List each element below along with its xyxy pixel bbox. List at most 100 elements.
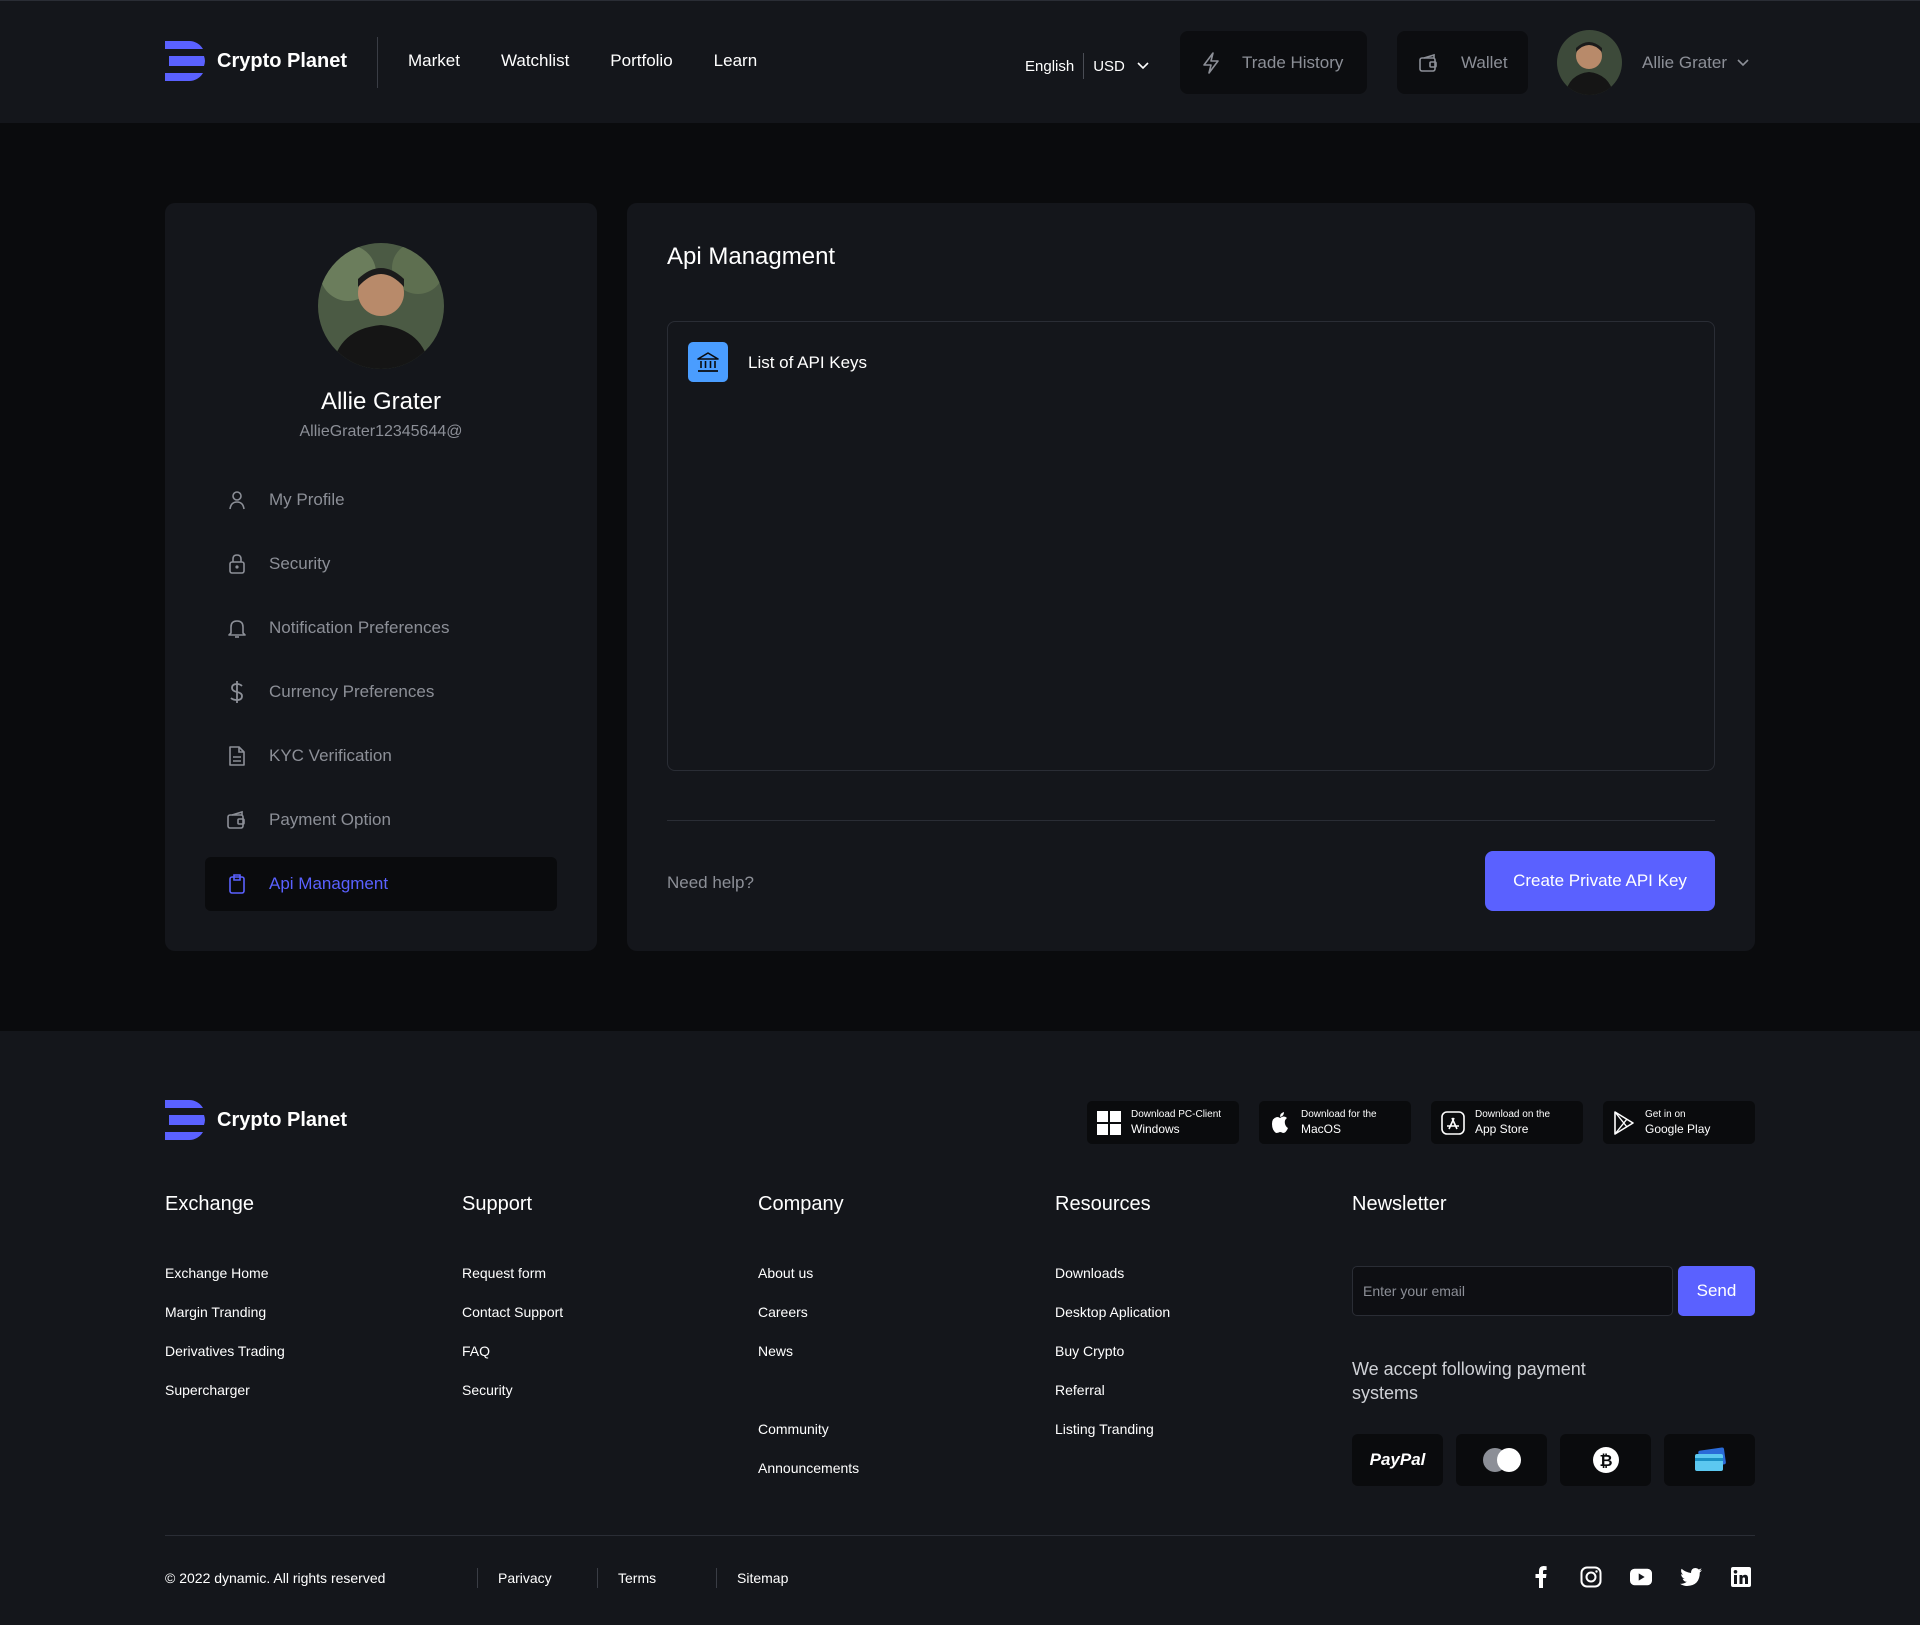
google-play-icon xyxy=(1614,1110,1634,1135)
need-help-link[interactable]: Need help? xyxy=(667,873,754,893)
footer-link[interactable]: Community xyxy=(758,1420,859,1459)
sidebar-item-currency-preferences[interactable]: Currency Preferences xyxy=(205,665,557,719)
document-icon xyxy=(227,746,247,766)
header-divider xyxy=(377,37,378,88)
sidebar-item-my-profile[interactable]: My Profile xyxy=(205,473,557,527)
wallet-button[interactable]: Wallet xyxy=(1397,31,1528,94)
footer-link[interactable]: Desktop Aplication xyxy=(1055,1303,1170,1342)
app-small-label: Download PC-Client xyxy=(1131,1108,1222,1120)
dollar-icon xyxy=(227,681,247,703)
paypal-card: PayPal xyxy=(1352,1434,1443,1486)
footer-brand-logo[interactable]: Crypto Planet xyxy=(165,1100,347,1140)
download-windows-button[interactable]: Download PC-Client Windows xyxy=(1087,1101,1239,1144)
footer-link[interactable]: Careers xyxy=(758,1303,859,1342)
settings-menu: My Profile Security Notification Prefere… xyxy=(205,473,557,921)
sidebar-item-security[interactable]: Security xyxy=(205,537,557,591)
sidebar-item-payment-option[interactable]: Payment Option xyxy=(205,793,557,847)
profile-avatar xyxy=(318,243,444,369)
create-private-api-key-button[interactable]: Create Private API Key xyxy=(1485,851,1715,911)
footer-divider xyxy=(165,1535,1755,1536)
footer-link[interactable]: Listing Tranding xyxy=(1055,1420,1170,1459)
sidebar-item-label: KYC Verification xyxy=(269,746,392,765)
sitemap-link[interactable]: Sitemap xyxy=(716,1568,788,1588)
newsletter-email-field[interactable] xyxy=(1352,1266,1673,1316)
bank-icon xyxy=(688,342,728,382)
footer-column-newsletter: Newsletter xyxy=(1352,1193,1446,1264)
facebook-icon[interactable] xyxy=(1530,1566,1552,1588)
main-nav: Market Watchlist Portfolio Learn xyxy=(408,51,757,71)
language-currency-selector[interactable]: English USD xyxy=(1025,53,1149,79)
sidebar-item-label: Payment Option xyxy=(269,810,391,829)
app-big-label: App Store xyxy=(1475,1121,1529,1136)
wallet-icon xyxy=(1419,53,1437,72)
sidebar-item-notification-preferences[interactable]: Notification Preferences xyxy=(205,601,557,655)
youtube-icon[interactable] xyxy=(1630,1566,1652,1588)
footer-link[interactable]: About us xyxy=(758,1264,859,1303)
footer-link[interactable]: Derivatives Trading xyxy=(165,1342,285,1381)
logo-icon xyxy=(165,41,205,81)
column-title: Exchange xyxy=(165,1193,254,1215)
credit-card-icon xyxy=(1694,1447,1726,1471)
currency-label[interactable]: USD xyxy=(1093,58,1125,75)
footer-link[interactable]: Announcements xyxy=(758,1459,859,1498)
header-avatar[interactable] xyxy=(1557,30,1622,95)
card-payment-card xyxy=(1664,1434,1755,1486)
footer-link[interactable]: Supercharger xyxy=(165,1381,285,1420)
download-macos-button[interactable]: Download for the MacOS xyxy=(1259,1101,1411,1144)
bell-icon xyxy=(227,618,247,638)
sidebar-item-api-managment[interactable]: Api Managment xyxy=(205,857,557,911)
sidebar-item-kyc-verification[interactable]: KYC Verification xyxy=(205,729,557,783)
footer-column-resources: Resources Downloads Desktop Aplication B… xyxy=(1055,1193,1170,1459)
chevron-down-icon xyxy=(1137,62,1149,70)
footer-link[interactable]: Contact Support xyxy=(462,1303,563,1342)
trade-history-button[interactable]: Trade History xyxy=(1180,31,1367,94)
terms-link[interactable]: Terms xyxy=(597,1568,656,1588)
avatar-image xyxy=(318,243,444,369)
footer-link[interactable]: Referral xyxy=(1055,1381,1170,1420)
user-icon xyxy=(227,490,247,510)
app-big-label: MacOS xyxy=(1301,1121,1342,1136)
instagram-icon[interactable] xyxy=(1580,1566,1602,1588)
nav-watchlist[interactable]: Watchlist xyxy=(501,51,569,71)
footer-link[interactable]: Security xyxy=(462,1381,563,1420)
twitter-icon[interactable] xyxy=(1680,1566,1702,1588)
download-google-play-button[interactable]: Get in on Google Play xyxy=(1603,1101,1755,1144)
user-menu[interactable]: Allie Grater xyxy=(1642,53,1749,73)
nav-learn[interactable]: Learn xyxy=(714,51,757,71)
email-input[interactable] xyxy=(1353,1267,1672,1315)
apple-icon xyxy=(1272,1111,1288,1133)
app-big-label: Windows xyxy=(1131,1121,1180,1136)
mastercard-card xyxy=(1456,1434,1547,1486)
sidebar-item-label: Api Managment xyxy=(269,874,389,893)
profile-name: Allie Grater xyxy=(320,388,442,415)
footer-link[interactable]: Exchange Home xyxy=(165,1264,285,1303)
sidebar-item-label: Notification Preferences xyxy=(269,618,450,637)
privacy-link[interactable]: Parivacy xyxy=(477,1568,552,1588)
user-name: Allie Grater xyxy=(1642,53,1728,72)
download-app-store-button[interactable]: Download on the App Store xyxy=(1431,1101,1583,1144)
brand-logo[interactable]: Crypto Planet xyxy=(165,41,347,81)
brand-name: Crypto Planet xyxy=(217,1108,348,1131)
paypal-logo: PayPal xyxy=(1369,1450,1426,1469)
lock-icon xyxy=(227,554,247,574)
app-small-label: Download for the xyxy=(1301,1108,1377,1120)
footer-link[interactable]: FAQ xyxy=(462,1342,563,1381)
chevron-down-icon xyxy=(1737,59,1749,67)
footer-link[interactable]: News xyxy=(758,1342,859,1381)
footer-link[interactable]: Buy Crypto xyxy=(1055,1342,1170,1381)
column-title: Newsletter xyxy=(1352,1193,1447,1215)
lightning-icon xyxy=(1203,51,1219,74)
nav-portfolio[interactable]: Portfolio xyxy=(610,51,672,71)
linkedin-icon[interactable] xyxy=(1730,1566,1752,1588)
trade-history-label: Trade History xyxy=(1242,52,1344,72)
footer-column-company: Company About us Careers News Community … xyxy=(758,1193,859,1498)
language-label[interactable]: English xyxy=(1025,58,1074,75)
footer-link[interactable]: Request form xyxy=(462,1264,563,1303)
payment-systems-title: We accept following payment systems xyxy=(1352,1359,1586,1403)
bitcoin-card: ₿ xyxy=(1560,1434,1651,1486)
footer-link[interactable]: Downloads xyxy=(1055,1264,1170,1303)
sidebar-item-label: Currency Preferences xyxy=(269,682,435,701)
nav-market[interactable]: Market xyxy=(408,51,460,71)
footer-link[interactable]: Margin Tranding xyxy=(165,1303,285,1342)
newsletter-send-button[interactable]: Send xyxy=(1678,1266,1755,1316)
